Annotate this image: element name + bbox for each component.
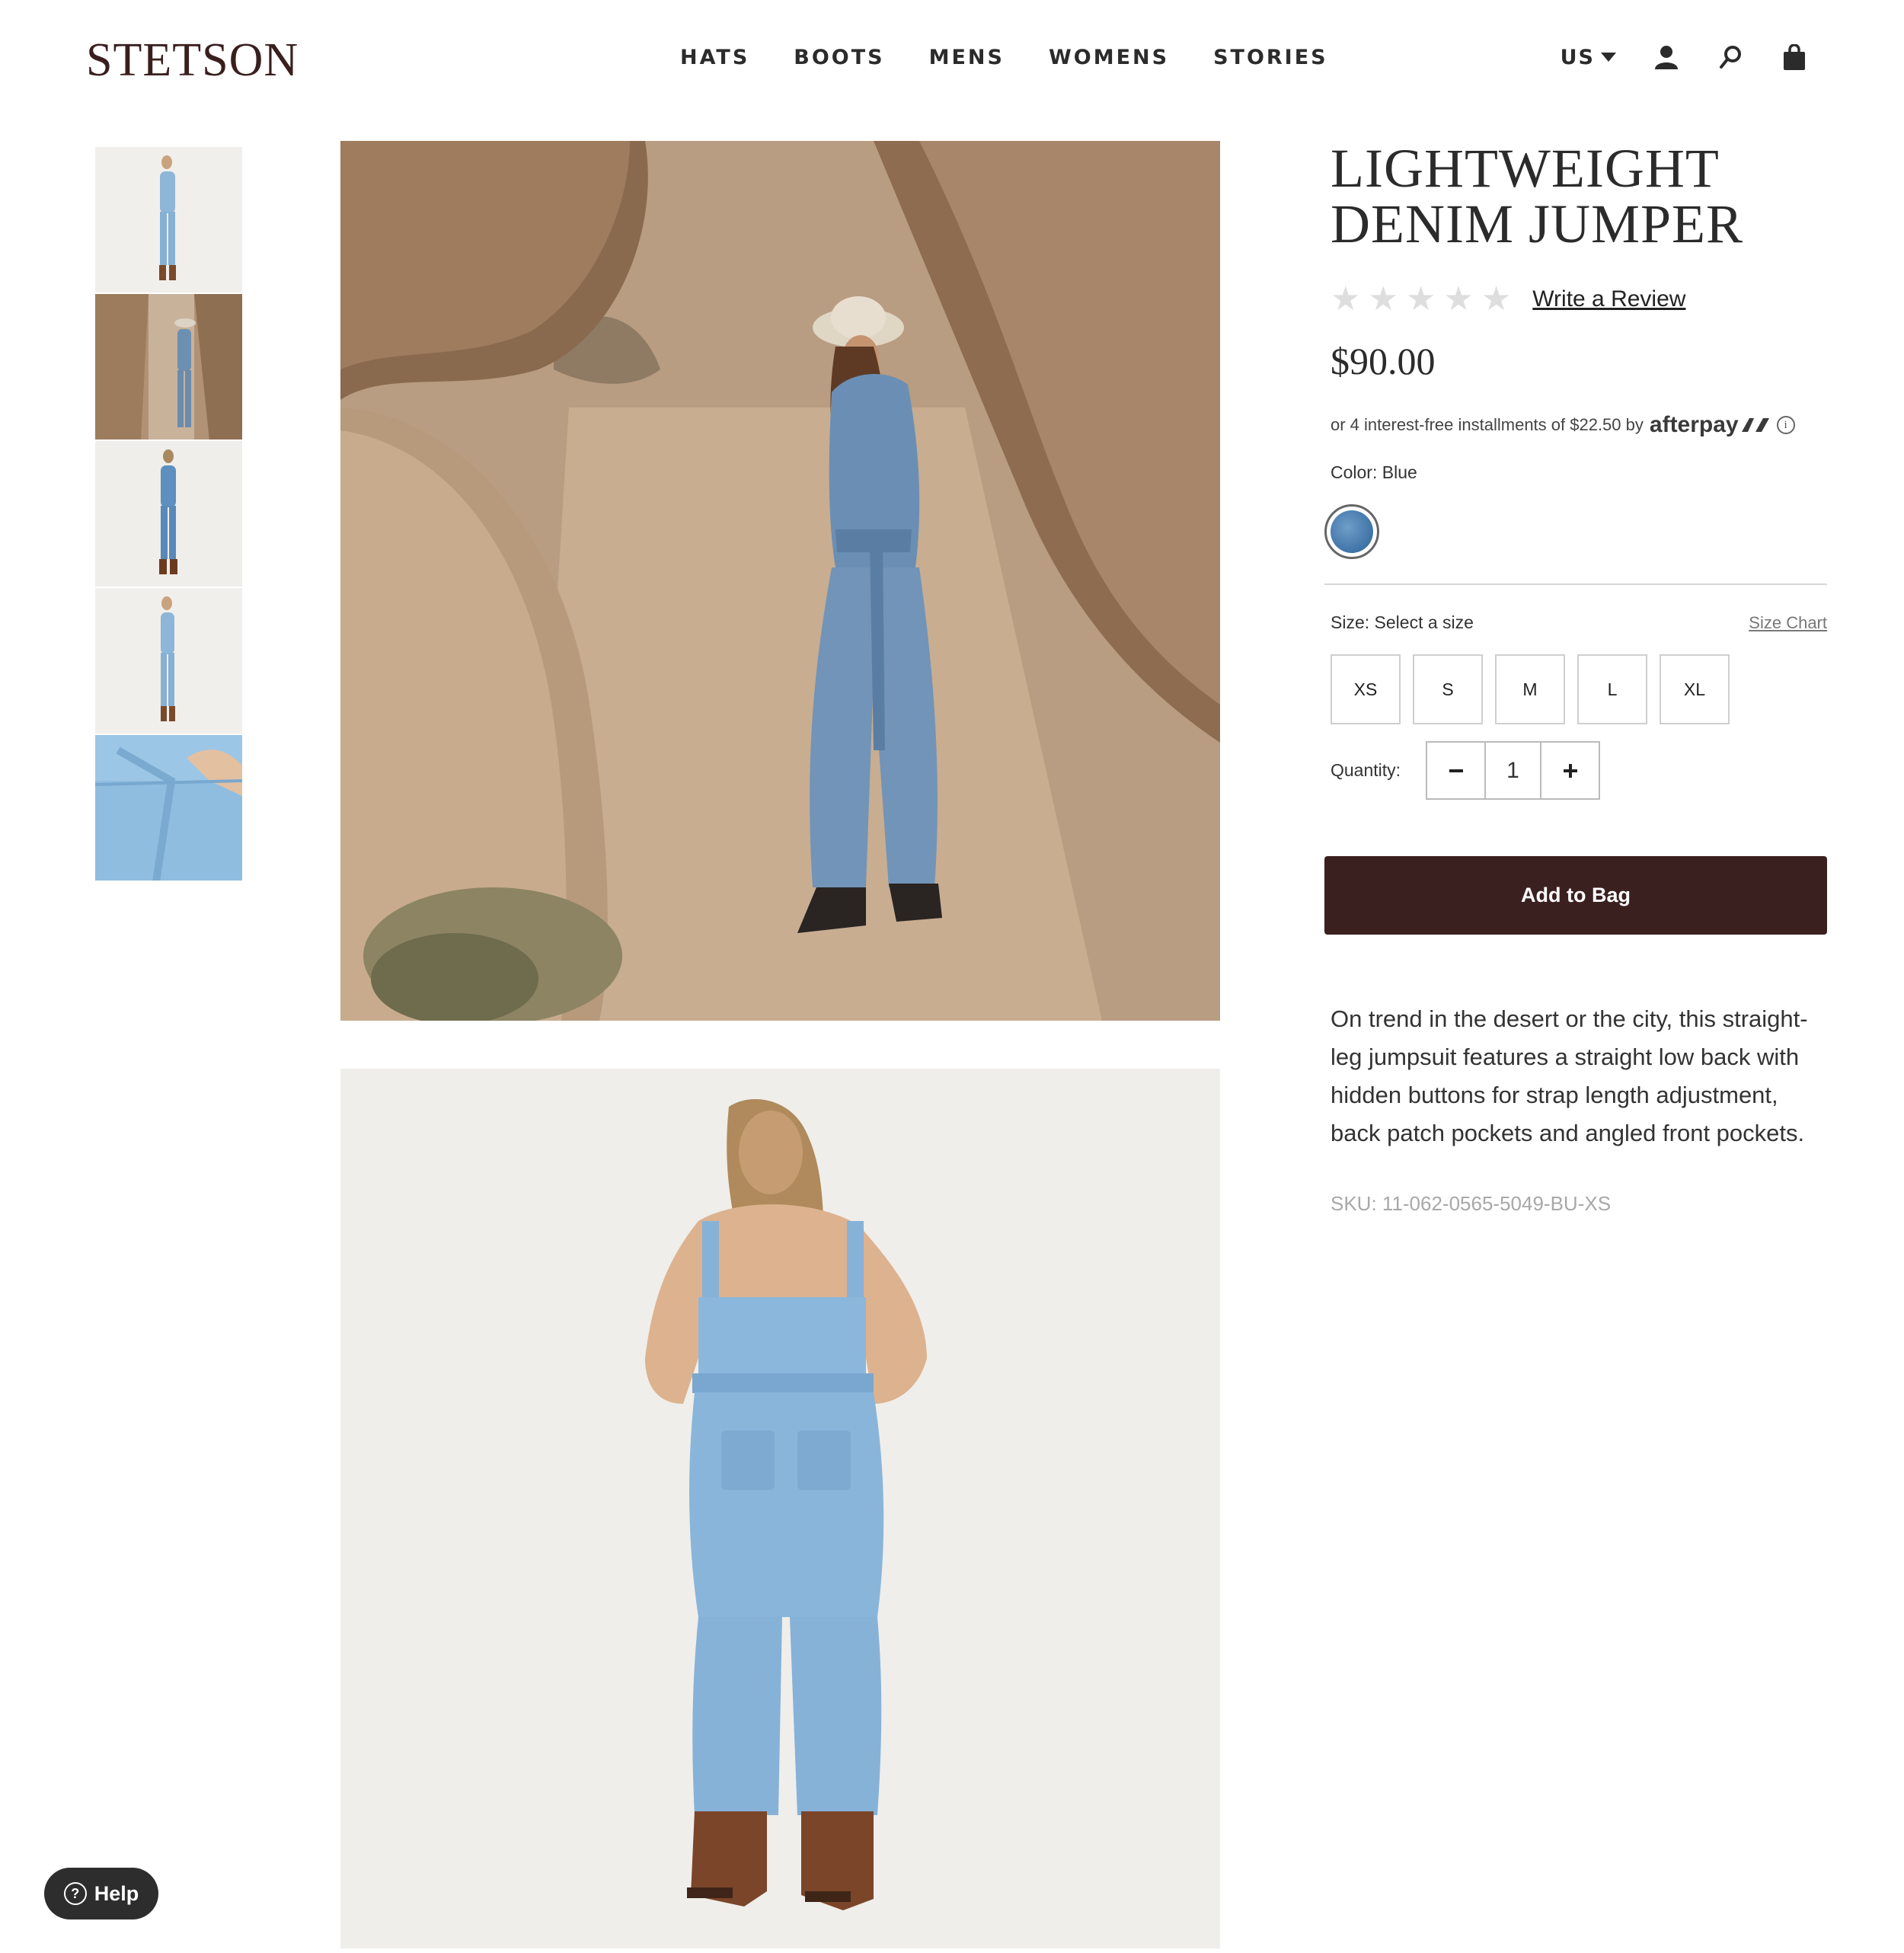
chevron-down-icon (1601, 53, 1616, 62)
nav-womens[interactable]: WOMENS (1049, 46, 1169, 69)
locale-selector[interactable]: US (1561, 46, 1616, 69)
nav-stories[interactable]: STORIES (1213, 46, 1328, 69)
size-label-prefix: Size: (1331, 612, 1370, 632)
quantity-decrease-button[interactable] (1427, 743, 1484, 798)
info-icon[interactable]: i (1776, 416, 1795, 434)
thumbnail-strip (95, 147, 242, 882)
locale-label: US (1560, 45, 1595, 69)
star-icon: ★ (1368, 280, 1398, 318)
afterpay-arrows-icon (1741, 418, 1769, 432)
rating-row: ★ ★ ★ ★ ★ Write a Review (1331, 283, 1827, 316)
nav-hats[interactable]: HATS (680, 46, 749, 69)
nav-boots[interactable]: BOOTS (794, 46, 884, 69)
quantity-stepper: 1 (1426, 741, 1600, 800)
minus-icon (1449, 769, 1463, 772)
size-label: Size: Select a size (1331, 612, 1474, 633)
nav-mens[interactable]: MENS (929, 46, 1005, 69)
color-swatch-blue[interactable] (1324, 504, 1379, 559)
thumbnail-side[interactable] (95, 588, 242, 735)
product-sku: SKU: 11-062-0565-5049-BU-XS (1331, 1192, 1612, 1215)
afterpay-message: or 4 interest-free installments of $22.5… (1331, 412, 1827, 438)
write-review-link[interactable]: Write a Review (1532, 286, 1685, 312)
quantity-label: Quantity: (1331, 760, 1401, 780)
stetson-logo[interactable]: STETSON (86, 34, 299, 88)
size-value: Select a size (1374, 612, 1474, 632)
help-icon: ? (63, 1882, 87, 1905)
quantity-row: Quantity: 1 (1331, 741, 1827, 800)
size-l-button[interactable]: L (1577, 654, 1647, 724)
size-s-button[interactable]: S (1413, 654, 1483, 724)
thumbnail-back[interactable] (95, 441, 242, 588)
color-label: Color: Blue (1331, 462, 1827, 483)
help-label: Help (94, 1881, 139, 1905)
size-chart-link[interactable]: Size Chart (1749, 613, 1827, 633)
bag-icon[interactable] (1781, 42, 1808, 72)
help-button[interactable]: ? Help (44, 1868, 158, 1919)
quantity-input[interactable]: 1 (1484, 743, 1541, 798)
size-xl-button[interactable]: XL (1660, 654, 1730, 724)
search-icon[interactable] (1717, 42, 1744, 72)
star-icon: ★ (1481, 280, 1512, 318)
header-utilities: US (1561, 42, 1808, 72)
afterpay-text: or 4 interest-free installments of $22.5… (1331, 415, 1644, 434)
product-image-back[interactable] (340, 1069, 1220, 1948)
product-info-panel: LIGHTWEIGHT DENIM JUMPER ★ ★ ★ ★ ★ Write… (1324, 138, 1827, 1216)
star-icon: ★ (1405, 280, 1436, 318)
size-m-button[interactable]: M (1495, 654, 1565, 724)
color-label-prefix: Color: (1331, 462, 1378, 482)
swatch-fill (1331, 510, 1373, 553)
account-icon[interactable] (1653, 42, 1680, 72)
size-row: Size: Select a size Size Chart (1331, 612, 1827, 633)
product-price: $90.00 (1331, 340, 1436, 382)
plus-icon (1563, 763, 1577, 778)
product-description: On trend in the desert or the city, this… (1331, 1005, 1808, 1146)
main-nav: HATS BOOTS MENS WOMENS STORIES (680, 46, 1328, 69)
divider (1324, 583, 1827, 585)
product-image-desert[interactable] (340, 141, 1220, 1021)
star-icon: ★ (1443, 280, 1474, 318)
star-icon: ★ (1331, 280, 1361, 318)
size-options: XS S M L XL (1331, 654, 1827, 724)
thumbnail-detail[interactable] (95, 735, 242, 882)
thumbnail-desert[interactable] (95, 294, 242, 441)
product-title: LIGHTWEIGHT DENIM JUMPER (1331, 138, 1744, 254)
color-value: Blue (1382, 462, 1417, 482)
add-to-bag-button[interactable]: Add to Bag (1324, 856, 1827, 935)
star-rating: ★ ★ ★ ★ ★ (1331, 283, 1511, 316)
quantity-increase-button[interactable] (1541, 743, 1599, 798)
thumbnail-front[interactable] (95, 147, 242, 294)
afterpay-logo: afterpay (1649, 412, 1739, 437)
size-xs-button[interactable]: XS (1331, 654, 1401, 724)
